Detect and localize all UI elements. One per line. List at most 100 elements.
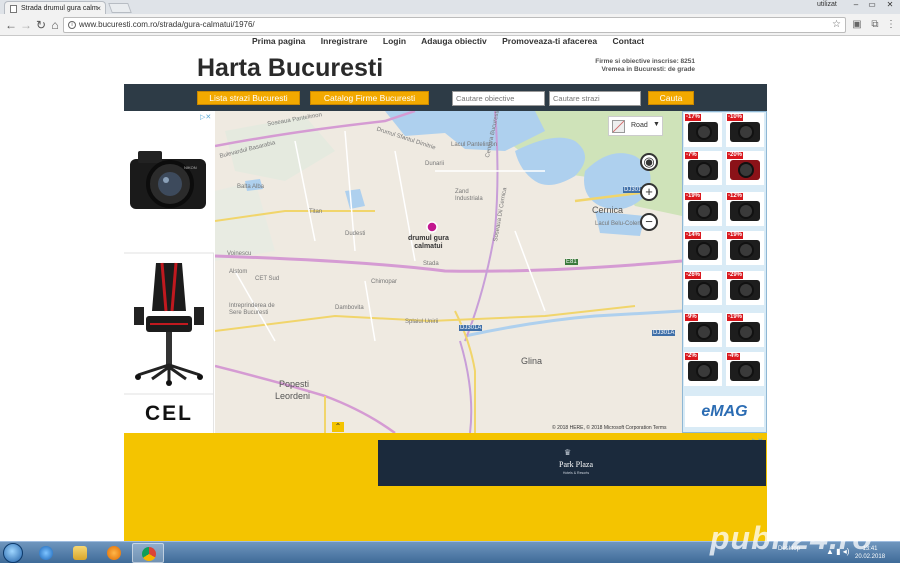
road-shield-dj301a: DJ301A xyxy=(459,325,483,331)
map-label: Dambovita xyxy=(335,305,364,311)
city-label-cernica: Cernica xyxy=(592,205,624,215)
map-label: Splaiul Unirii xyxy=(405,319,439,325)
map-label: Dudesti xyxy=(345,231,366,237)
locate-me-icon[interactable]: ◉ xyxy=(640,153,658,171)
camera-thumb[interactable]: -29% xyxy=(726,271,764,305)
road-shield-e81: E81 xyxy=(565,259,578,265)
search-button[interactable]: Cauta xyxy=(648,91,694,105)
address-bar-url: www.bucuresti.com.ro/strada/gura-calmatu… xyxy=(79,20,255,29)
translate-icon[interactable]: ⧉ xyxy=(869,19,881,31)
new-tab-button[interactable] xyxy=(108,3,132,13)
camera-thumb[interactable]: -10% xyxy=(726,113,764,147)
nav-link-inregistrare[interactable]: Inregistrare xyxy=(321,36,368,46)
emag-logo[interactable]: eMAG xyxy=(685,396,764,427)
discount-badge: -12% xyxy=(727,193,744,200)
map-style-selector[interactable]: Road ▼ xyxy=(608,116,663,136)
map-label: Titan xyxy=(309,209,323,215)
browser-tab[interactable]: Strada drumul gura calm × xyxy=(4,1,106,15)
info-icon[interactable]: i xyxy=(68,21,76,29)
cel-ad-graphic: NIKON xyxy=(124,111,214,395)
browser-tab-strip: Strada drumul gura calm × utilizat – ▭ ✕ xyxy=(0,0,900,15)
catalog-firme-button[interactable]: Catalog Firme Bucuresti xyxy=(310,91,429,105)
location-pin-icon[interactable] xyxy=(426,221,438,233)
stats-firms: Firme si obiective inscrise: 8251 xyxy=(595,58,695,65)
discount-badge: -4% xyxy=(727,353,740,360)
map-label: Intreprinderea de Sere Bucuresti xyxy=(229,303,275,316)
camera-thumb[interactable]: -19% xyxy=(726,231,764,265)
nav-link-adauga-obiectiv[interactable]: Adauga obiectiv xyxy=(421,36,487,46)
crown-icon: ♛ xyxy=(564,448,572,457)
map-label: Zand Industriala xyxy=(455,189,483,202)
discount-badge: -29% xyxy=(727,272,744,279)
search-strazi-input[interactable] xyxy=(549,91,641,106)
media-player-icon xyxy=(107,546,121,560)
svg-text:NIKON: NIKON xyxy=(184,165,197,170)
nav-link-prima-pagina[interactable]: Prima pagina xyxy=(252,36,305,46)
map-attribution[interactable]: © 2018 HERE, © 2018 Microsoft Corporatio… xyxy=(552,425,667,431)
camera-thumb[interactable]: -26% xyxy=(684,271,722,305)
maximize-icon[interactable]: ▭ xyxy=(864,0,880,10)
address-bar[interactable]: i www.bucuresti.com.ro/strada/gura-calma… xyxy=(63,17,846,33)
menu-icon[interactable]: ⋮ xyxy=(885,19,897,31)
discount-badge: -17% xyxy=(685,114,702,121)
folder-icon xyxy=(73,546,87,560)
discount-badge: -14% xyxy=(685,232,702,239)
map-style-label: Road xyxy=(631,122,648,129)
camera-thumb[interactable]: -2% xyxy=(684,352,722,386)
pin-label: drumul gura calmatui xyxy=(408,235,449,251)
extension-icon[interactable]: ▣ xyxy=(851,19,863,31)
camera-thumb[interactable]: -4% xyxy=(726,352,764,386)
map-label: Chimopar xyxy=(371,279,398,285)
bookmark-star-icon[interactable]: ☆ xyxy=(832,19,841,30)
discount-badge: -26% xyxy=(685,272,702,279)
nav-link-login[interactable]: Login xyxy=(383,36,406,46)
dropdown-arrow-icon: ▼ xyxy=(653,121,660,128)
map-view[interactable]: drumul gura calmatui Cernica Glina Popes… xyxy=(215,111,682,433)
camera-thumb[interactable]: -14% xyxy=(684,231,722,265)
camera-thumb[interactable]: -12% xyxy=(726,192,764,226)
close-tab-icon[interactable]: × xyxy=(96,4,101,13)
left-ad-banner[interactable]: NIKON xyxy=(124,111,214,433)
map-label: CET Sud xyxy=(255,276,280,282)
start-button[interactable] xyxy=(3,543,23,563)
chevron-up-icon[interactable]: ⌃ xyxy=(332,422,344,432)
page-icon xyxy=(10,5,17,13)
lista-strazi-button[interactable]: Lista strazi Bucuresti xyxy=(197,91,300,105)
search-obiective-input[interactable] xyxy=(452,91,545,106)
nav-link-contact[interactable]: Contact xyxy=(612,36,644,46)
taskbar-chrome[interactable] xyxy=(132,543,164,563)
discount-badge: -19% xyxy=(685,193,702,200)
site-title[interactable]: Harta Bucuresti xyxy=(197,54,383,83)
camera-thumb[interactable]: -19% xyxy=(684,192,722,226)
taskbar-media-player[interactable] xyxy=(98,543,130,563)
ad-choices-icon[interactable]: ▷✕ xyxy=(200,113,211,121)
pin-label-line1: drumul gura xyxy=(408,235,449,242)
discount-badge: -7% xyxy=(685,152,698,159)
taskbar-ie[interactable] xyxy=(30,543,62,563)
camera-thumb[interactable]: -9% xyxy=(684,313,722,347)
cel-logo[interactable]: CEL xyxy=(124,402,214,428)
window-user-label: utilizat xyxy=(817,1,837,8)
discount-badge: -19% xyxy=(727,314,744,321)
back-icon[interactable]: ← xyxy=(4,18,18,32)
city-label-glina: Glina xyxy=(521,356,543,366)
minimize-icon[interactable]: – xyxy=(848,0,864,10)
taskbar-explorer[interactable] xyxy=(64,543,96,563)
home-icon[interactable]: ⌂ xyxy=(48,18,62,32)
top-navigation: Prima pagina Inregistrare Login Adauga o… xyxy=(252,36,657,48)
zoom-in-button[interactable]: + xyxy=(640,183,658,201)
close-window-icon[interactable]: ✕ xyxy=(882,0,898,10)
forward-icon[interactable]: → xyxy=(19,18,33,32)
nav-link-promoveaza[interactable]: Promoveaza-ti afacerea xyxy=(502,36,597,46)
zoom-out-button[interactable]: − xyxy=(640,213,658,231)
discount-badge: -20% xyxy=(727,152,744,159)
discount-badge: -10% xyxy=(727,114,744,121)
camera-thumb[interactable]: -17% xyxy=(684,113,722,147)
chrome-icon xyxy=(142,547,156,561)
camera-thumb[interactable]: -20% xyxy=(726,151,764,185)
map-label: Alstom xyxy=(229,269,248,275)
reload-icon[interactable]: ↻ xyxy=(34,18,48,32)
camera-thumb[interactable]: -7% xyxy=(684,151,722,185)
park-plaza-tagline: Hotels & Resorts xyxy=(562,471,590,475)
camera-thumb[interactable]: -19% xyxy=(726,313,764,347)
